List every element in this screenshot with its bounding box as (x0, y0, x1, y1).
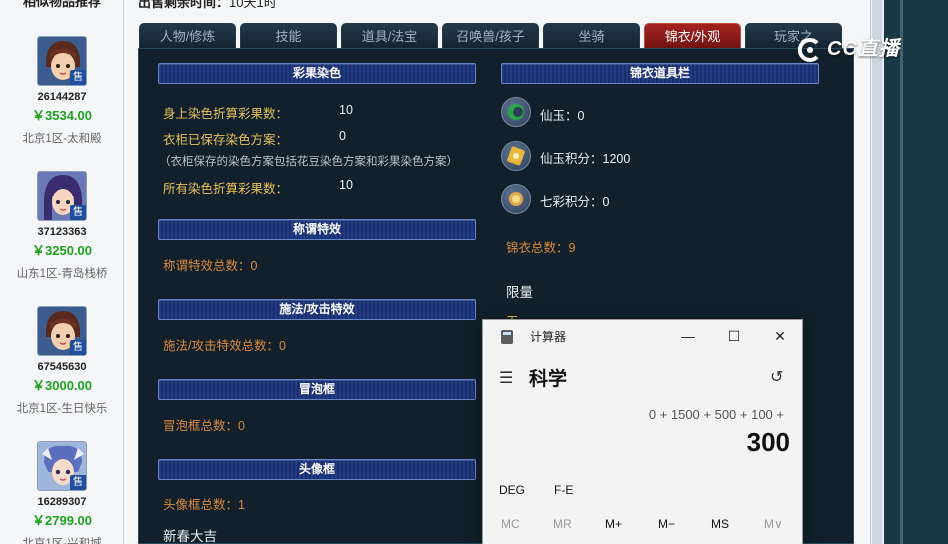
memory-list-button[interactable]: M∨ (764, 517, 783, 531)
item-price: ￥3000.00 (32, 378, 92, 393)
item-server: 北京1区-兴和城 (22, 538, 102, 544)
rainbow-points-icon (501, 184, 531, 214)
wardrobe-total: 锦衣总数：9 (506, 241, 576, 255)
cast-effect-count: 施法/攻击特效总数：0 (163, 339, 286, 353)
dye-saved-value: 0 (339, 129, 346, 143)
sidebar-title: 相似物品推荐 (22, 0, 101, 9)
sale-item[interactable]: 售 67545630 ￥3000.00 北京1区-生日快乐 (0, 306, 123, 416)
sale-item[interactable]: 售 26144287 ￥3534.00 北京1区-太和殿 (0, 36, 123, 146)
stream-watermark: CC直播 (795, 32, 900, 63)
xianyu-points: 仙玉积分：1200 (540, 152, 631, 166)
bubble-count: 冒泡框总数：0 (163, 419, 245, 433)
dye-note: （衣柜保存的染色方案包括花豆染色方案和彩果染色方案） (159, 156, 458, 168)
item-server: 北京1区-生日快乐 (16, 403, 108, 415)
section-header-dye: 彩果染色 (158, 63, 476, 84)
item-server: 北京1区-太和殿 (22, 133, 102, 145)
sale-badge: 售 (70, 70, 86, 85)
sale-time-value: 10天1时 (229, 0, 277, 10)
tab-items[interactable]: 道具/法宝 (341, 23, 438, 49)
item-price: ￥3534.00 (32, 108, 92, 123)
close-icon[interactable]: ✕ (760, 323, 800, 349)
history-icon[interactable]: ↺ (770, 367, 783, 387)
section-header-title-effect: 称谓特效 (158, 219, 476, 240)
m-plus-button[interactable]: M+ (605, 517, 622, 531)
edge-stripe (900, 0, 903, 544)
similar-items-sidebar: 相似物品推荐 售 26144287 ￥3534.00 北京1区-太和殿 售 37… (0, 0, 124, 544)
calculator-app-icon (501, 330, 513, 344)
tab-wardrobe[interactable]: 锦衣/外观 (644, 23, 741, 49)
avatar[interactable]: 售 (37, 171, 87, 221)
maximize-icon[interactable]: ☐ (714, 323, 754, 349)
tab-mounts[interactable]: 坐骑 (543, 23, 640, 49)
cc-logo-icon (797, 37, 819, 62)
avatar[interactable]: 售 (37, 306, 87, 356)
fe-button[interactable]: F-E (554, 483, 573, 497)
limited-label: 限量 (506, 285, 533, 300)
item-id[interactable]: 67545630 (0, 361, 123, 373)
item-price: ￥2799.00 (32, 513, 92, 528)
avatar[interactable]: 售 (37, 36, 87, 86)
dye-saved-label: 衣柜已保存染色方案： (163, 133, 289, 147)
calculator-mode: 科学 (529, 369, 568, 390)
dye-total-value: 10 (339, 178, 353, 192)
hamburger-menu-icon[interactable]: ☰ (499, 368, 513, 388)
xianyu-icon (501, 97, 531, 127)
watermark-text: CC直播 (827, 38, 900, 60)
item-id[interactable]: 26144287 (0, 91, 123, 103)
m-minus-button[interactable]: M− (658, 517, 675, 531)
calculator-window[interactable]: 计算器 — ☐ ✕ ☰ 科学 ↺ 0 + 1500 + 500 + 100 + … (482, 319, 803, 544)
section-header-avatar-frame: 头像框 (158, 459, 476, 480)
calculator-title: 计算器 (530, 330, 567, 344)
avatar-frame-item: 新春大吉 (163, 529, 217, 544)
title-effect-count: 称谓特效总数：0 (163, 259, 258, 273)
item-id[interactable]: 16289307 (0, 496, 123, 508)
item-price: ￥3250.00 (32, 243, 92, 258)
sale-badge: 售 (70, 475, 86, 490)
sale-item[interactable]: 售 37123363 ￥3250.00 山东1区-青岛栈桥 (0, 171, 123, 281)
sale-badge: 售 (70, 205, 86, 220)
avatar-frame-count: 头像框总数：1 (163, 498, 245, 512)
scrollbar-thumb[interactable] (872, 0, 882, 544)
mr-button[interactable]: MR (553, 517, 572, 531)
sale-time: 出售剩余时间：10天1时 (138, 0, 277, 11)
section-header-bubble: 冒泡框 (158, 379, 476, 400)
minimize-icon[interactable]: — (668, 323, 708, 349)
rainbow-points: 七彩积分：0 (540, 195, 610, 209)
sale-item[interactable]: 售 16289307 ￥2799.00 北京1区-兴和城 (0, 441, 123, 544)
item-id[interactable]: 37123363 (0, 226, 123, 238)
calculator-titlebar[interactable]: 计算器 — ☐ ✕ (483, 320, 802, 352)
calculator-expression: 0 + 1500 + 500 + 100 + (648, 407, 784, 422)
dye-equipped-value: 10 (339, 103, 353, 117)
calculator-result: 300 (746, 427, 790, 457)
dye-equipped-label: 身上染色折算彩果数： (163, 107, 289, 121)
item-server: 山东1区-青岛栈桥 (16, 268, 108, 280)
mc-button[interactable]: MC (501, 517, 520, 531)
xianyu-balance: 仙玉：0 (540, 109, 585, 123)
dye-total-label: 所有染色折算彩果数： (163, 182, 289, 196)
avatar[interactable]: 售 (37, 441, 87, 491)
background-edge (884, 0, 948, 544)
tab-summons[interactable]: 召唤兽/孩子 (442, 23, 539, 49)
tab-skills[interactable]: 技能 (240, 23, 337, 49)
section-header-cast-effect: 施法/攻击特效 (158, 299, 476, 320)
tab-character[interactable]: 人物/修炼 (139, 23, 236, 49)
xianyu-points-icon (501, 141, 531, 171)
sale-time-label: 出售剩余时间： (138, 0, 230, 10)
sale-badge: 售 (70, 340, 86, 355)
ms-button[interactable]: MS (711, 517, 729, 531)
section-header-wardrobe-items: 锦衣道具栏 (501, 63, 819, 84)
angle-unit-button[interactable]: DEG (499, 483, 525, 497)
